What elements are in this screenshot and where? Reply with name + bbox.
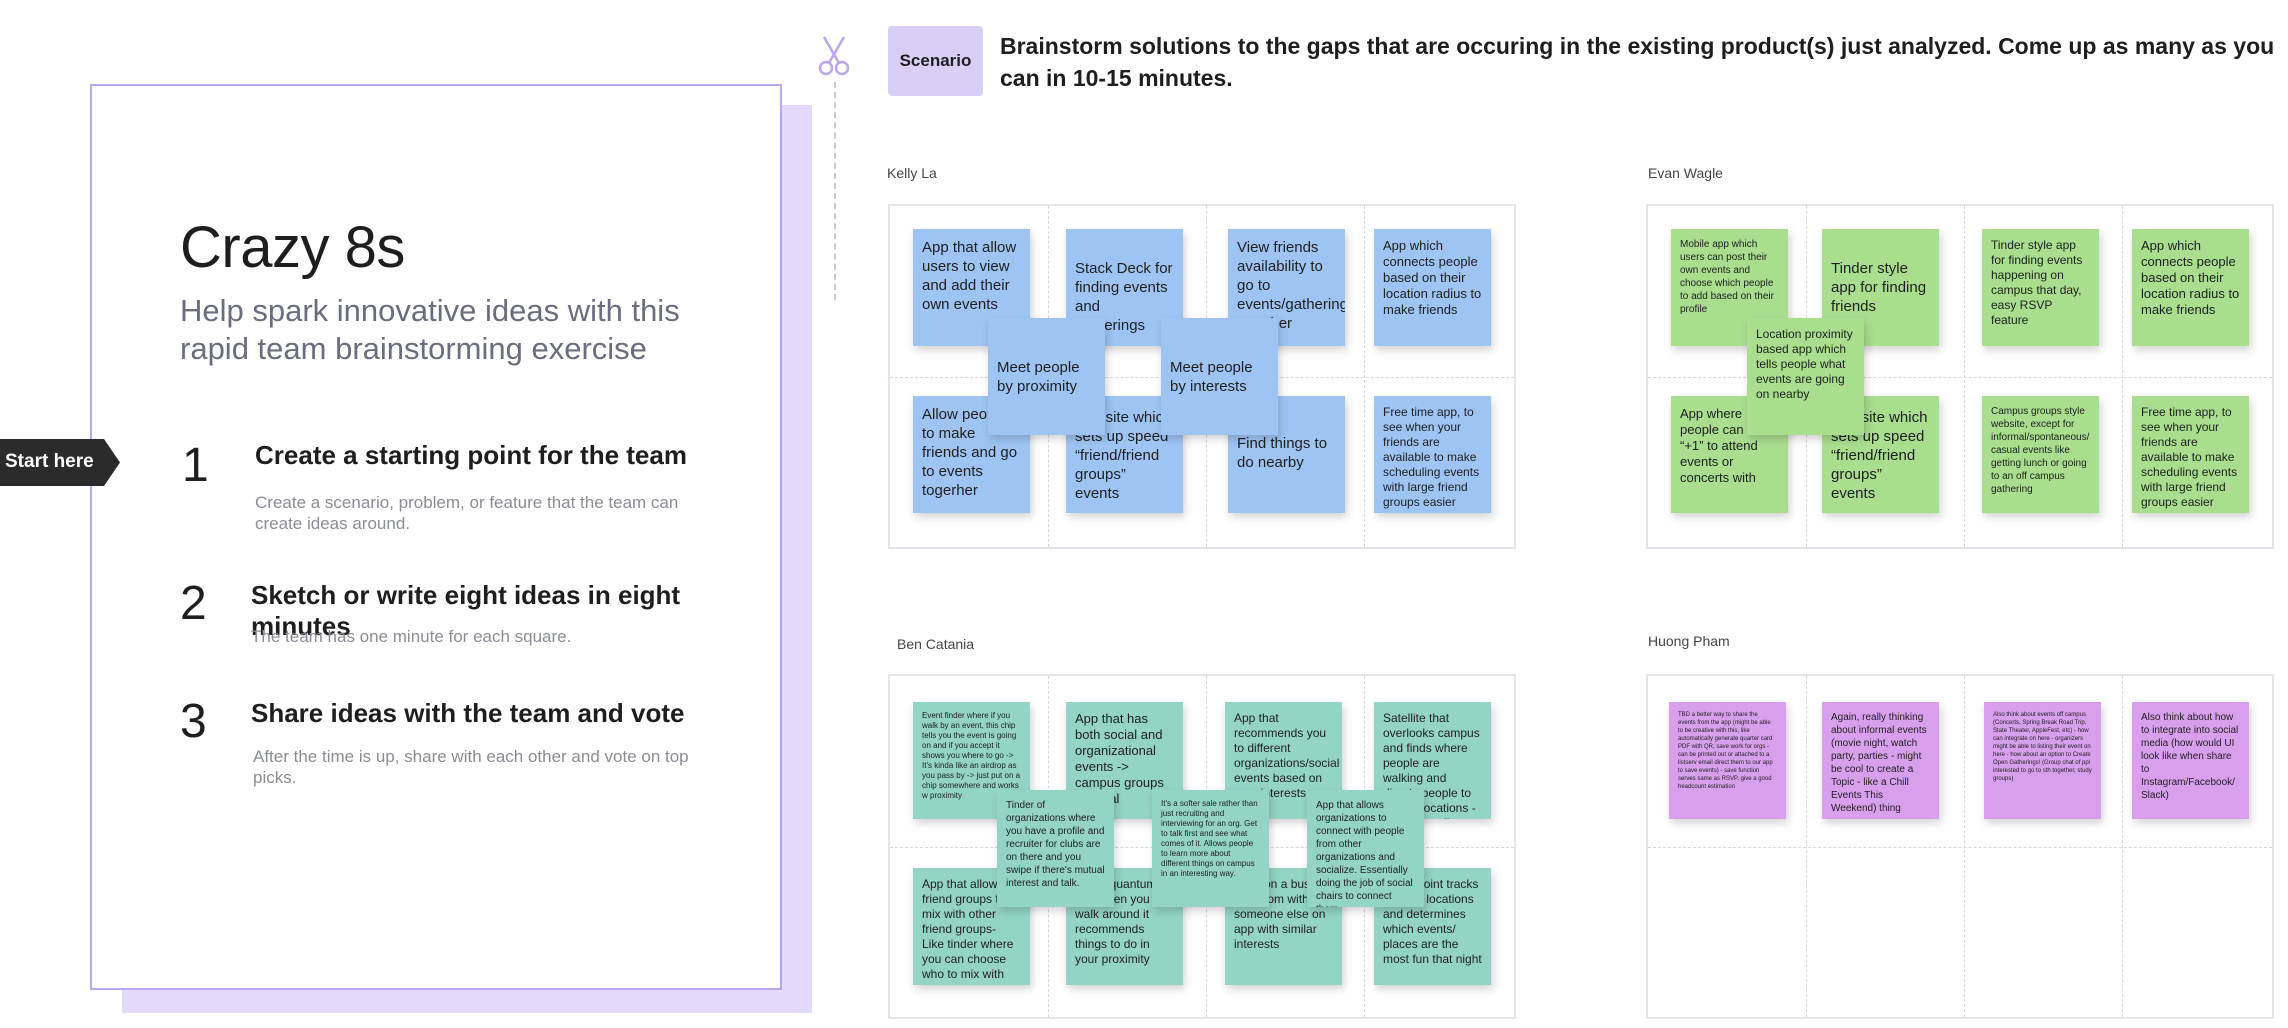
sticky-note[interactable]: App that allows organizations to connect… (1307, 790, 1424, 907)
cut-line (834, 82, 836, 300)
grid-line (1648, 847, 2272, 848)
sticky-note[interactable]: App which connects people based on their… (1374, 229, 1491, 346)
step-1-title: Create a starting point for the team (255, 440, 687, 470)
step-2-desc: The team has one minute for each square. (251, 627, 572, 646)
step-2-number: 2 (180, 577, 207, 630)
sticky-note[interactable]: Campus groups style website, except for … (1982, 396, 2099, 513)
board-name-ben: Ben Catania (897, 636, 975, 652)
sticky-note[interactable]: Tinder style app for finding events happ… (1982, 229, 2099, 346)
start-here-tab[interactable]: Start here (0, 439, 120, 486)
step-3-title: Share ideas with the team and vote (251, 698, 685, 728)
sticky-note[interactable]: Tinder of organizations where you have a… (997, 790, 1114, 907)
scenario-text: Brainstorm solutions to the gaps that ar… (1000, 33, 2275, 91)
board-name-evan: Evan Wagle (1648, 165, 1723, 181)
grid-line (1648, 377, 2272, 378)
step-1-desc: Create a scenario, problem, or feature t… (255, 493, 679, 533)
sticky-note[interactable]: Meet people by proximity (988, 318, 1105, 435)
sticky-note[interactable]: It's a softer sale rather than just recr… (1152, 790, 1269, 907)
step-1-number: 1 (182, 439, 209, 492)
step-3-desc: After the time is up, share with each ot… (253, 747, 689, 787)
sticky-note[interactable]: Free time app, to see when your friends … (2132, 396, 2249, 513)
sticky-note[interactable]: Also think about events off campus (Conc… (1984, 702, 2101, 819)
start-here-label: Start here (5, 451, 94, 472)
sticky-note[interactable]: App which connects people based on their… (2132, 229, 2249, 346)
board-name-huong: Huong Pham (1648, 633, 1730, 649)
intro-title: Crazy 8s (180, 215, 405, 280)
sticky-note[interactable]: Free time app, to see when your friends … (1374, 396, 1491, 513)
sticky-note[interactable]: Meet people by interests (1161, 318, 1278, 435)
scissors-icon (814, 34, 854, 78)
scenario-badge: Scenario (888, 26, 983, 96)
sticky-note[interactable]: Also think about how to integrate into s… (2132, 702, 2249, 819)
board-name-kelly: Kelly La (887, 165, 937, 181)
sticky-note[interactable]: Again, really thinking about informal ev… (1822, 702, 1939, 819)
intro-subtitle: Help spark innovative ideas with this ra… (180, 293, 680, 366)
sticky-note[interactable]: Location proximity based app which tells… (1747, 318, 1864, 435)
intro-card: Crazy 8s Help spark innovative ideas wit… (90, 84, 782, 990)
step-3-number: 3 (180, 695, 207, 748)
sticky-note[interactable]: TBD a better way to share the events fro… (1669, 702, 1786, 819)
